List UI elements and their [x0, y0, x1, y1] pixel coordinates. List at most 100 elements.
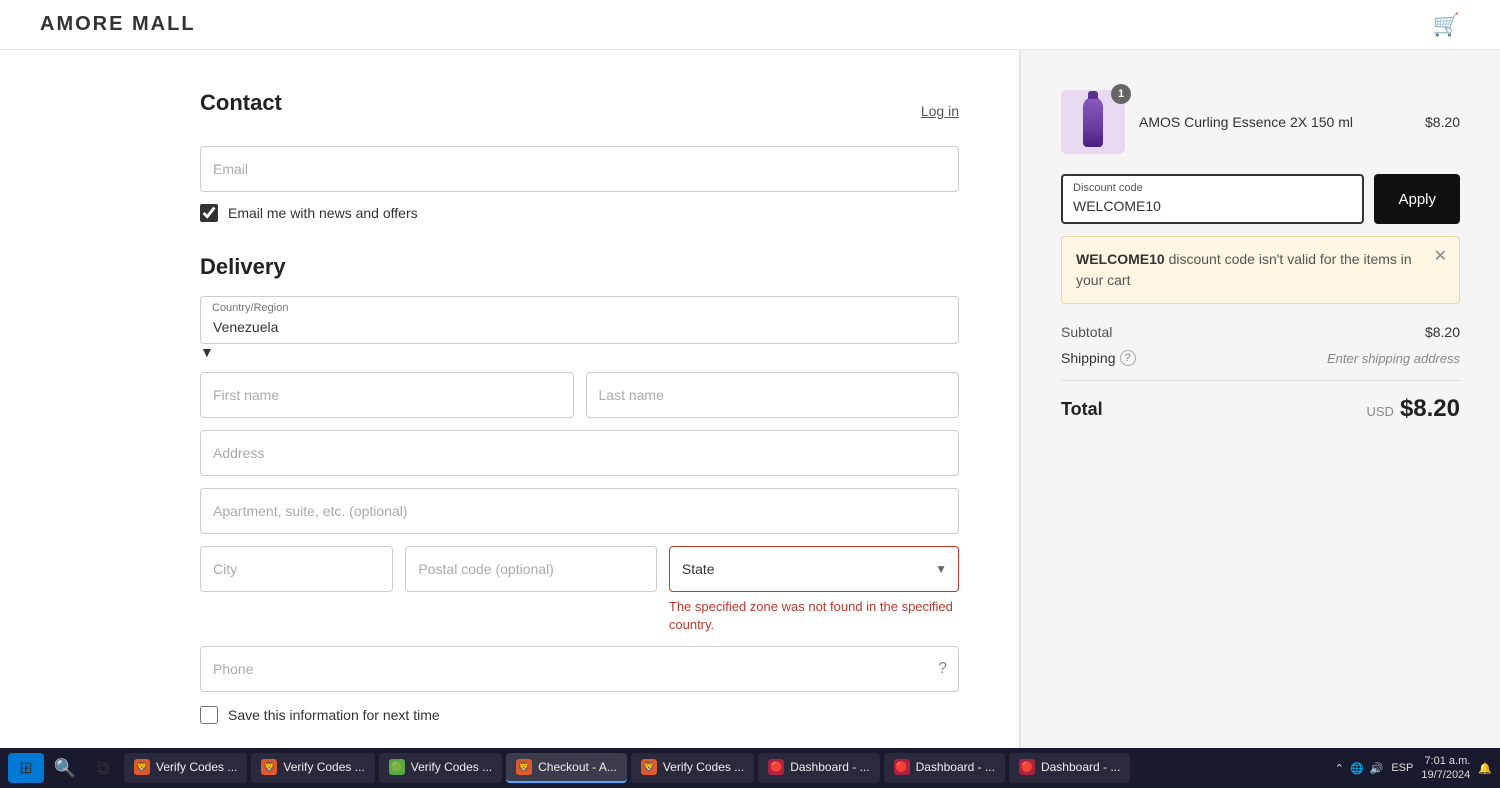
subtotal-label: Subtotal [1061, 324, 1112, 340]
country-chevron-icon: ▼ [200, 344, 214, 360]
taskbar-app-icon-3: 🟢 [389, 759, 405, 775]
last-name-input[interactable] [586, 372, 960, 418]
taskbar-app-label-5: Verify Codes ... [663, 760, 744, 774]
product-info: AMOS Curling Essence 2X 150 ml [1139, 114, 1411, 130]
discount-section: Discount code Apply [1061, 174, 1460, 224]
product-row: 1 AMOS Curling Essence 2X 150 ml $8.20 [1061, 90, 1460, 154]
login-link[interactable]: Log in [921, 103, 959, 119]
taskbar-search-icon[interactable]: 🔍 [48, 753, 82, 783]
shipping-help-icon[interactable]: ? [1120, 350, 1136, 366]
product-price: $8.20 [1425, 114, 1460, 130]
network-icon[interactable]: 🌐 [1350, 762, 1364, 775]
email-news-checkbox-row: Email me with news and offers [200, 204, 959, 222]
total-label: Total [1061, 399, 1103, 420]
city-wrapper [200, 546, 393, 592]
discount-label: Discount code [1073, 182, 1143, 194]
discount-input-wrapper: Discount code [1061, 174, 1364, 224]
taskbar-app-icon-7: 🔴 [894, 759, 910, 775]
taskbar-app-icon-8: 🔴 [1019, 759, 1035, 775]
taskbar-app-label-3: Verify Codes ... [411, 760, 492, 774]
delivery-section: Delivery Country/Region Venezuela ▼ [200, 254, 959, 724]
discount-error-notification: WELCOME10 discount code isn't valid for … [1061, 236, 1460, 304]
header: AMORE MALL 🛒 [0, 0, 1500, 50]
delivery-title: Delivery [200, 254, 959, 280]
language-indicator: ESP [1391, 762, 1413, 774]
summary-divider [1061, 380, 1460, 381]
country-select[interactable]: Venezuela [200, 296, 959, 344]
subtotal-row: Subtotal $8.20 [1061, 324, 1460, 340]
total-amount: $8.20 [1400, 395, 1460, 423]
total-row: Total USD $8.20 [1061, 395, 1460, 423]
email-news-label: Email me with news and offers [228, 205, 418, 221]
product-name: AMOS Curling Essence 2X 150 ml [1139, 114, 1411, 130]
contact-title: Contact [200, 90, 282, 116]
state-error-message: The specified zone was not found in the … [669, 598, 959, 634]
product-tube-illustration [1083, 97, 1103, 147]
email-news-checkbox[interactable] [200, 204, 218, 222]
apartment-input[interactable] [200, 488, 959, 534]
taskbar-app-icon-2: 🦁 [261, 759, 277, 775]
taskbar-task-view-icon[interactable]: ⧉ [86, 753, 120, 783]
taskbar-app-dashboard1[interactable]: 🔴 Dashboard - ... [758, 753, 879, 783]
postal-wrapper [405, 546, 656, 592]
taskbar-app-label-2: Verify Codes ... [283, 760, 364, 774]
notifications-icon[interactable]: 🔔 [1478, 762, 1492, 775]
city-input[interactable] [200, 546, 393, 592]
subtotal-value: $8.20 [1425, 324, 1460, 340]
left-panel: Contact Log in Email me with news and of… [0, 50, 1020, 788]
taskbar-app-label-7: Dashboard - ... [916, 760, 995, 774]
taskbar-app-verify2[interactable]: 🦁 Verify Codes ... [251, 753, 374, 783]
systray: ⌃ 🌐 🔊 [1335, 762, 1384, 775]
postal-input[interactable] [405, 546, 656, 592]
phone-help-icon[interactable]: ? [938, 660, 947, 678]
address-input[interactable] [200, 430, 959, 476]
start-button[interactable]: ⊞ [8, 753, 44, 783]
shipping-row: Shipping ? Enter shipping address [1061, 350, 1460, 366]
save-info-checkbox[interactable] [200, 706, 218, 724]
apartment-group [200, 488, 959, 534]
country-region-wrapper: Country/Region Venezuela ▼ [200, 296, 959, 360]
first-name-input[interactable] [200, 372, 574, 418]
apply-button[interactable]: Apply [1374, 174, 1460, 224]
product-quantity-badge: 1 [1111, 84, 1131, 104]
discount-error-close-icon[interactable]: ✕ [1434, 249, 1447, 265]
right-panel: 1 AMOS Curling Essence 2X 150 ml $8.20 D… [1020, 50, 1500, 788]
taskbar-app-verify1[interactable]: 🦁 Verify Codes ... [124, 753, 247, 783]
taskbar-app-dashboard2[interactable]: 🔴 Dashboard - ... [884, 753, 1005, 783]
taskbar-app-verify4[interactable]: 🦁 Verify Codes ... [631, 753, 754, 783]
taskbar-app-verify3[interactable]: 🟢 Verify Codes ... [379, 753, 502, 783]
taskbar-clock[interactable]: 7:01 a.m. 19/7/2024 [1421, 754, 1470, 783]
state-select-inner: State ▼ [669, 546, 959, 592]
save-info-label: Save this information for next time [228, 707, 440, 723]
phone-input[interactable] [200, 646, 959, 692]
taskbar-app-icon-6: 🔴 [768, 759, 784, 775]
taskbar-app-icon-1: 🦁 [134, 759, 150, 775]
taskbar-app-label-4: Checkout - A... [538, 760, 617, 774]
main-layout: Contact Log in Email me with news and of… [0, 50, 1500, 788]
contact-header: Contact Log in [200, 90, 959, 132]
taskbar-app-label-6: Dashboard - ... [790, 760, 869, 774]
shipping-label: Shipping [1061, 350, 1116, 366]
save-info-row: Save this information for next time [200, 706, 959, 724]
volume-icon[interactable]: 🔊 [1370, 762, 1384, 775]
state-select[interactable]: State [669, 546, 959, 592]
taskbar-app-dashboard3[interactable]: 🔴 Dashboard - ... [1009, 753, 1130, 783]
cart-icon[interactable]: 🛒 [1433, 12, 1460, 38]
state-select-wrapper: State ▼ The specified zone was not found… [669, 546, 959, 634]
discount-error-code: WELCOME10 [1076, 251, 1165, 267]
total-value-group: USD $8.20 [1366, 395, 1460, 423]
taskbar-app-checkout[interactable]: 🦁 Checkout - A... [506, 753, 627, 783]
name-row [200, 372, 959, 418]
shipping-value: Enter shipping address [1327, 351, 1460, 366]
product-image-wrapper: 1 [1061, 90, 1125, 154]
taskbar-app-icon-5: 🦁 [641, 759, 657, 775]
chevron-up-icon[interactable]: ⌃ [1335, 762, 1344, 775]
taskbar-app-label-1: Verify Codes ... [156, 760, 237, 774]
taskbar: ⊞ 🔍 ⧉ 🦁 Verify Codes ... 🦁 Verify Codes … [0, 748, 1500, 788]
phone-row: ? [200, 646, 959, 692]
shipping-label-group: Shipping ? [1061, 350, 1136, 366]
taskbar-app-icon-4: 🦁 [516, 759, 532, 775]
email-input[interactable] [200, 146, 959, 192]
taskbar-right: ⌃ 🌐 🔊 ESP 7:01 a.m. 19/7/2024 🔔 [1335, 754, 1492, 783]
city-postal-state-row: State ▼ The specified zone was not found… [200, 546, 959, 634]
